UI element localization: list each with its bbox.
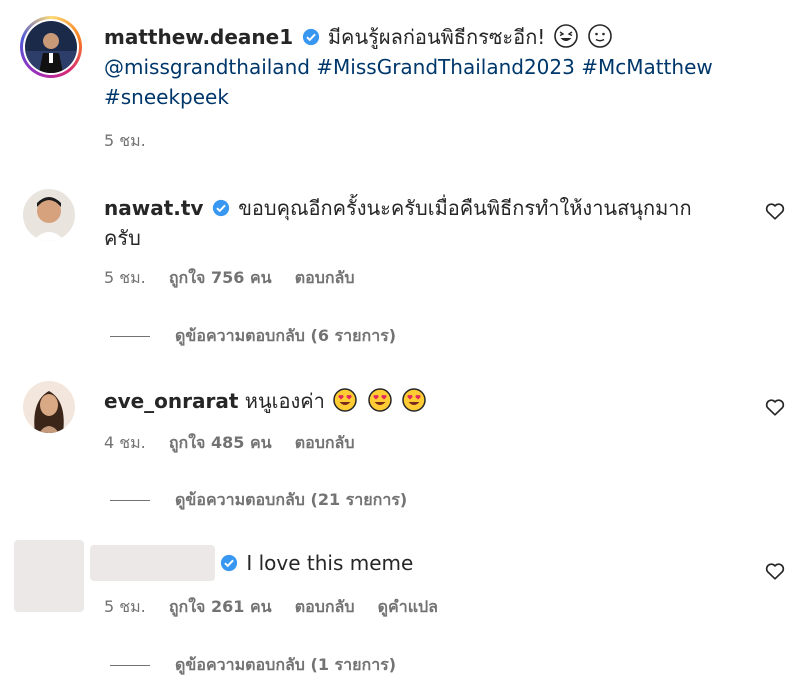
like-heart-icon[interactable] [764, 396, 786, 418]
comment-time: 4 ชม. [104, 433, 146, 452]
comment-body: eve_onrarat หนูเองค่า [104, 386, 744, 416]
divider-line [110, 500, 150, 501]
comment-body: I love this meme [218, 548, 718, 578]
avatar-image [23, 381, 75, 433]
laughing-emoji-icon [553, 24, 578, 48]
comment-username[interactable]: nawat.tv [104, 196, 203, 220]
caption-text: มีคนรู้ผลก่อนพิธีกรซะอีก! [327, 25, 546, 49]
avatar-image [25, 21, 77, 73]
heart-eyes-emoji-icon [333, 388, 357, 412]
slight-smile-emoji-icon [588, 24, 612, 48]
verified-badge-icon [302, 28, 319, 46]
view-replies-label: ดูข้อความตอบกลับ (1 รายการ) [175, 655, 397, 674]
avatar-image [23, 189, 75, 241]
blurred-username [90, 545, 215, 581]
caption-tags-line1[interactable]: @missgrandthailand #MissGrandThailand202… [104, 55, 713, 79]
post-author-avatar[interactable] [20, 16, 82, 78]
comment-body: nawat.tv ขอบคุณอีกครั้งนะครับเมื่อคืนพิธ… [104, 193, 744, 253]
comment-time: 5 ชม. [104, 597, 146, 616]
verified-badge-icon [220, 554, 238, 572]
heart-eyes-emoji-icon [402, 388, 426, 412]
divider-line [110, 665, 150, 666]
comment-time: 5 ชม. [104, 268, 146, 287]
comment-username[interactable]: eve_onrarat [104, 389, 238, 413]
blurred-avatar [14, 540, 84, 612]
divider-line [110, 336, 150, 337]
caption-tags-line2[interactable]: #sneekpeek [104, 85, 229, 109]
heart-eyes-emoji-icon [367, 388, 392, 412]
comment-text: I love this meme [246, 551, 414, 575]
comment-likes[interactable]: ถูกใจ 485 คน [169, 433, 272, 452]
view-replies-button[interactable]: ดูข้อความตอบกลับ (21 รายการ) [110, 488, 407, 513]
post-username[interactable]: matthew.deane1 [104, 25, 293, 49]
comment-meta: 4 ชม. ถูกใจ 485 คน ตอบกลับ [104, 431, 373, 456]
post-caption: matthew.deane1 มีคนรู้ผลก่อนพิธีกรซะอีก!… [104, 22, 764, 112]
comment-text-line2: ครับ [104, 226, 141, 250]
view-replies-button[interactable]: ดูข้อความตอบกลับ (1 รายการ) [110, 653, 396, 678]
comment-meta: 5 ชม. ถูกใจ 756 คน ตอบกลับ [104, 266, 373, 291]
view-replies-button[interactable]: ดูข้อความตอบกลับ (6 รายการ) [110, 324, 396, 349]
comment-text-line1: ขอบคุณอีกครั้งนะครับเมื่อคืนพิธีกรทำให้ง… [238, 196, 692, 220]
post-timestamp: 5 ชม. [104, 131, 146, 150]
comment-avatar-eve[interactable] [23, 381, 75, 433]
reply-button[interactable]: ตอบกลับ [295, 433, 355, 452]
comment-likes[interactable]: ถูกใจ 261 คน [169, 597, 272, 616]
comment-text: หนูเองค่า [244, 389, 325, 413]
view-replies-label: ดูข้อความตอบกลับ (6 รายการ) [175, 326, 397, 345]
view-replies-label: ดูข้อความตอบกลับ (21 รายการ) [175, 490, 408, 509]
verified-badge-icon [212, 199, 229, 217]
translate-button[interactable]: ดูคำแปล [378, 597, 438, 616]
reply-button[interactable]: ตอบกลับ [295, 597, 355, 616]
like-heart-icon[interactable] [764, 200, 786, 222]
comment-likes[interactable]: ถูกใจ 756 คน [169, 268, 272, 287]
reply-button[interactable]: ตอบกลับ [295, 268, 355, 287]
comment-meta: 5 ชม. ถูกใจ 261 คน ตอบกลับ ดูคำแปล [104, 595, 456, 620]
like-heart-icon[interactable] [764, 560, 786, 582]
comment-avatar-nawat[interactable] [23, 189, 75, 241]
